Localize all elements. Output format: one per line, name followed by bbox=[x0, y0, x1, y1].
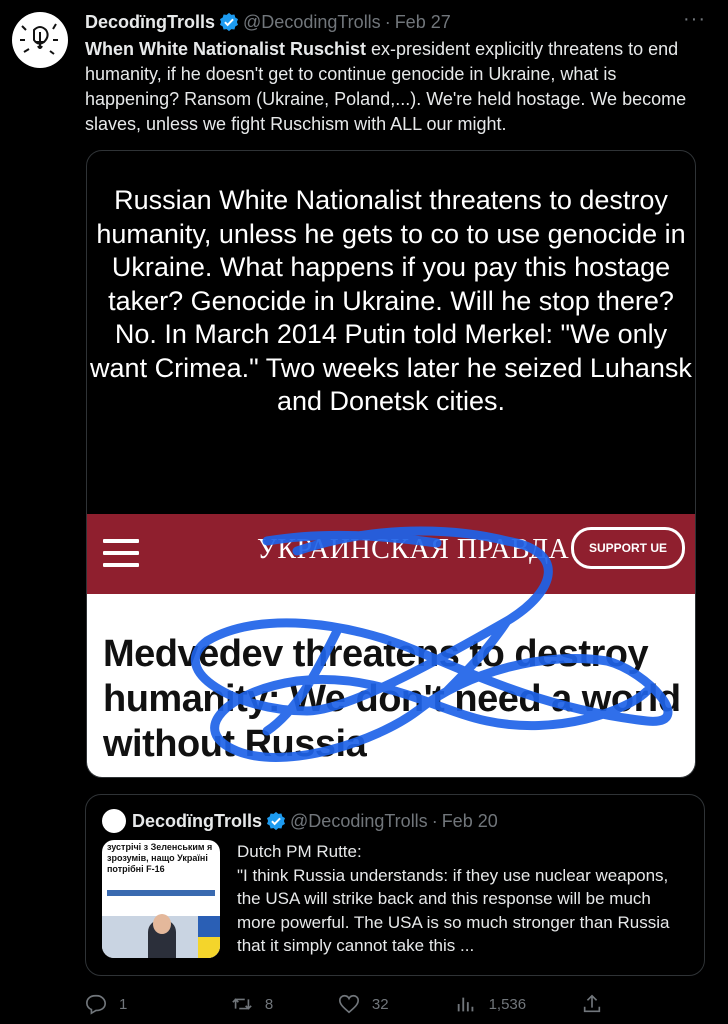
retweet-count: 8 bbox=[264, 995, 274, 1013]
quote-header: DecodïngTrolls @DecodingTrolls · Feb 20 bbox=[102, 809, 498, 833]
article-area: Medvedev threatens to destroy humanity: … bbox=[87, 594, 695, 777]
quote-thumbnail: зустрічі з Зеленським я зрозумів, нащо У… bbox=[102, 840, 220, 958]
reply-button[interactable]: 1 bbox=[85, 993, 231, 1015]
retweet-icon bbox=[232, 998, 252, 1010]
quote-avatar bbox=[102, 809, 126, 833]
tweet-text: When White Nationalist Ruschist ex-presi… bbox=[85, 37, 710, 137]
tweet-header: DecodïngTrolls @DecodingTrolls · Feb 27 bbox=[85, 10, 708, 34]
quote-date: Feb 20 bbox=[441, 810, 498, 831]
media-caption: Russian White Nationalist threatens to d… bbox=[90, 185, 692, 416]
verified-badge-icon bbox=[220, 12, 239, 32]
hamburger-menu-icon bbox=[103, 539, 139, 567]
article-headline: Medvedev threatens to destroy humanity: … bbox=[103, 633, 681, 765]
tweet-text-bold: When White Nationalist Ruschist bbox=[85, 39, 367, 59]
separator-dot: · bbox=[384, 11, 391, 32]
quote-thumb-title: зустрічі з Зеленським я зрозумів, нащо У… bbox=[107, 842, 213, 874]
views-chart-icon bbox=[457, 997, 473, 1012]
tweet-actions: 1 8 32 1,536 bbox=[85, 990, 615, 1018]
quoted-tweet[interactable]: DecodïngTrolls @DecodingTrolls · Feb 20 … bbox=[85, 794, 705, 976]
person-face bbox=[153, 914, 171, 934]
heart-icon bbox=[338, 994, 359, 1014]
share-button[interactable] bbox=[581, 993, 615, 1015]
views-button[interactable]: 1,536 bbox=[455, 993, 581, 1015]
site-header-bar: УКРАИНСКАЯ ПРАВДА SUPPORT UE bbox=[87, 514, 695, 594]
quote-text: Dutch PM Rutte: "I think Russia understa… bbox=[237, 842, 670, 955]
author-handle[interactable]: @DecodingTrolls bbox=[243, 12, 381, 33]
quote-thumb-bar bbox=[107, 890, 215, 896]
like-count: 32 bbox=[371, 995, 389, 1013]
reply-icon bbox=[86, 994, 106, 1015]
verified-badge-icon bbox=[267, 811, 286, 831]
author-avatar[interactable] bbox=[12, 12, 68, 68]
quote-author-name: DecodïngTrolls bbox=[132, 810, 263, 831]
reply-count: 1 bbox=[119, 995, 128, 1013]
ukraine-flag bbox=[198, 916, 220, 958]
support-button: SUPPORT UE bbox=[571, 527, 685, 569]
more-dots-icon[interactable]: ··· bbox=[683, 8, 706, 31]
author-name[interactable]: DecodïngTrolls bbox=[85, 12, 215, 33]
retweet-button[interactable]: 8 bbox=[231, 993, 338, 1015]
like-button[interactable]: 32 bbox=[338, 993, 455, 1015]
tweet-date[interactable]: Feb 27 bbox=[395, 12, 451, 33]
tweet-media-image[interactable]: Russian White Nationalist threatens to d… bbox=[86, 150, 696, 778]
site-logo: УКРАИНСКАЯ ПРАВДА bbox=[257, 534, 570, 565]
views-count: 1,536 bbox=[488, 995, 527, 1013]
share-icon bbox=[583, 994, 601, 1013]
avatar-logo-icon bbox=[13, 13, 67, 67]
quote-separator: · bbox=[431, 810, 438, 831]
quote-handle: @DecodingTrolls bbox=[290, 810, 428, 831]
